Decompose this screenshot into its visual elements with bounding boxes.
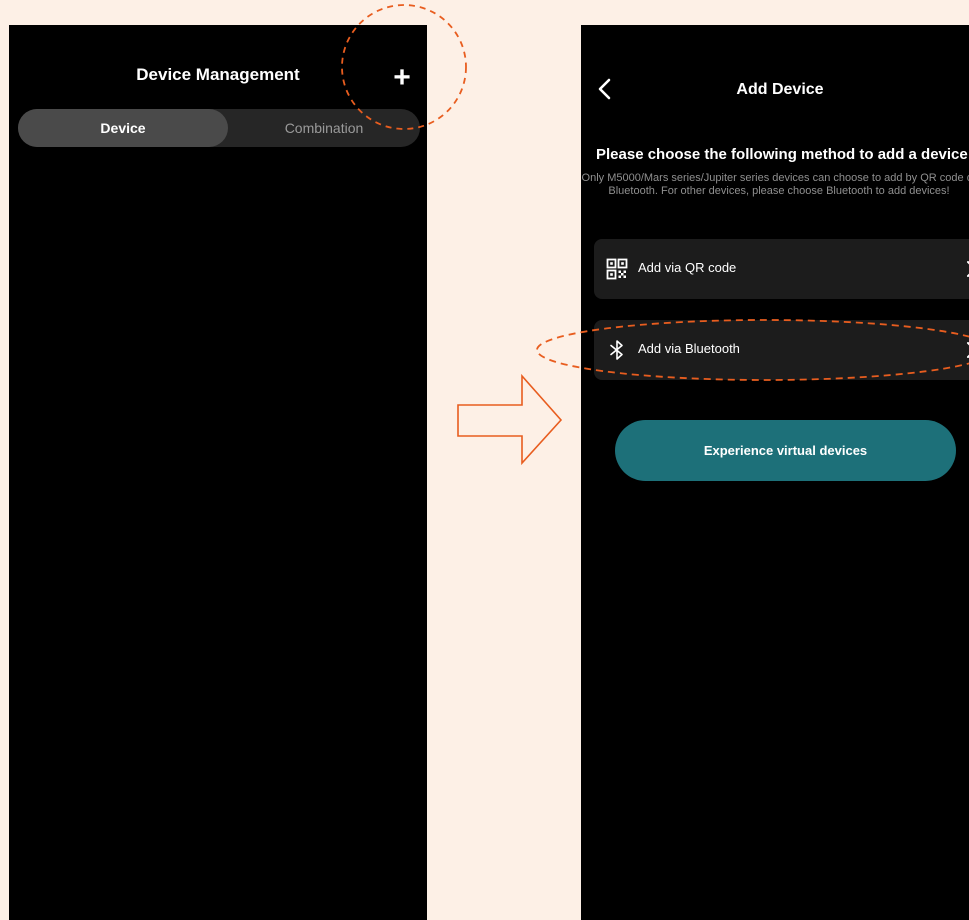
chevron-right-icon (967, 261, 969, 277)
page-title: Device Management (136, 65, 300, 84)
experience-virtual-devices-button[interactable]: Experience virtual devices (615, 420, 956, 481)
method-label: Add via Bluetooth (638, 341, 740, 356)
tab-combination[interactable]: Combination (228, 109, 420, 147)
method-label: Add via QR code (638, 260, 737, 275)
device-management-screen: Device Management + Device Combination (9, 25, 427, 920)
add-via-bluetooth-option[interactable]: Add via Bluetooth (594, 320, 969, 380)
instruction-heading: Please choose the following method to ad… (596, 146, 968, 163)
qr-code-icon (606, 258, 628, 280)
bluetooth-icon (610, 340, 623, 360)
page-title: Add Device (736, 81, 824, 98)
add-device-button[interactable]: + (387, 63, 417, 93)
add-device-screen: Add Device Please choose the following m… (581, 25, 969, 920)
chevron-right-icon (967, 342, 969, 358)
right-arrow-icon (457, 373, 563, 466)
tab-device[interactable]: Device (18, 109, 228, 147)
add-via-qr-option[interactable]: Add via QR code (594, 239, 969, 299)
segmented-control: Device Combination (18, 109, 420, 147)
compatibility-note: Only M5000/Mars series/Jupiter series de… (581, 172, 969, 197)
